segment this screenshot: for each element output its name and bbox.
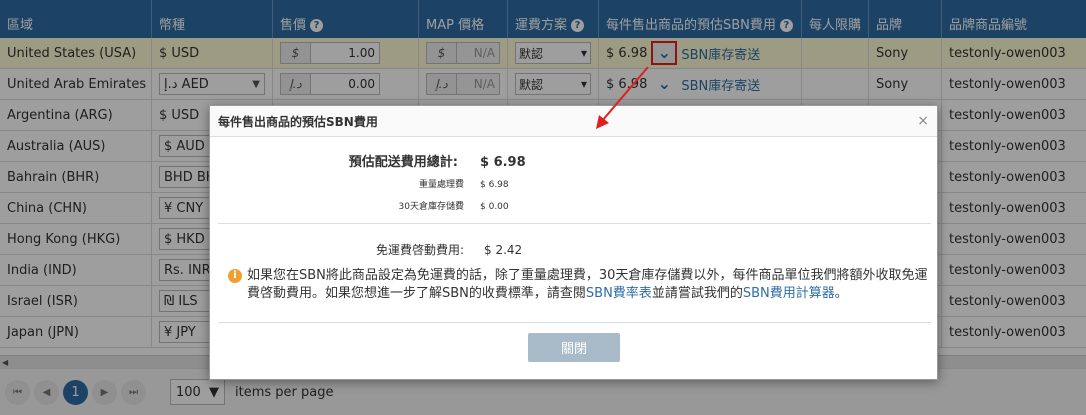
weight-fee-value: $ 6.98 [480,180,509,190]
free-shipping-fee-label: 免運費啓動費用: [375,243,464,257]
info-icon: i [228,269,242,283]
dialog-header: 每件售出商品的預估SBN費用 × [210,106,937,137]
total-fee-row: 預估配送費用總計: $ 6.98 [210,151,526,170]
fee-note: i 如果您在SBN將此商品設定為免運費的話，除了重量處理費，30天倉庫存儲費以外… [228,267,933,303]
storage-fee-value: $ 0.00 [480,202,509,212]
sbn-fee-dialog: 每件售出商品的預估SBN費用 × 預估配送費用總計: $ 6.98 重量處理費 … [209,105,938,380]
close-icon[interactable]: × [917,113,929,129]
storage-fee-label: 30天倉庫存儲費 [398,202,464,212]
close-dialog-button[interactable]: 關閉 [528,333,620,362]
fee-note-mid: 並請嘗試我們的 [651,286,743,301]
sbn-fee-calculator-link[interactable]: SBN費用計算器 [743,286,835,301]
dialog-title: 每件售出商品的預估SBN費用 [218,114,378,129]
storage-fee-row: 30天倉庫存儲費 $ 0.00 [210,199,509,212]
sbn-rate-table-link[interactable]: SBN費率表 [586,286,652,301]
total-fee-label: 預估配送費用總計: [348,155,458,170]
weight-fee-row: 重量處理費 $ 6.98 [210,177,509,190]
total-fee-value: $ 6.98 [480,155,526,170]
divider [218,223,931,224]
free-shipping-fee-value: $ 2.42 [484,243,523,257]
free-shipping-fee-row: 免運費啓動費用: $ 2.42 [210,241,522,258]
fee-note-text: 如果您在SBN將此商品設定為免運費的話，除了重量處理費，30天倉庫存儲費以外，每… [247,267,933,303]
divider [218,322,931,323]
weight-fee-label: 重量處理費 [418,180,464,190]
fee-note-end: 。 [834,286,848,301]
